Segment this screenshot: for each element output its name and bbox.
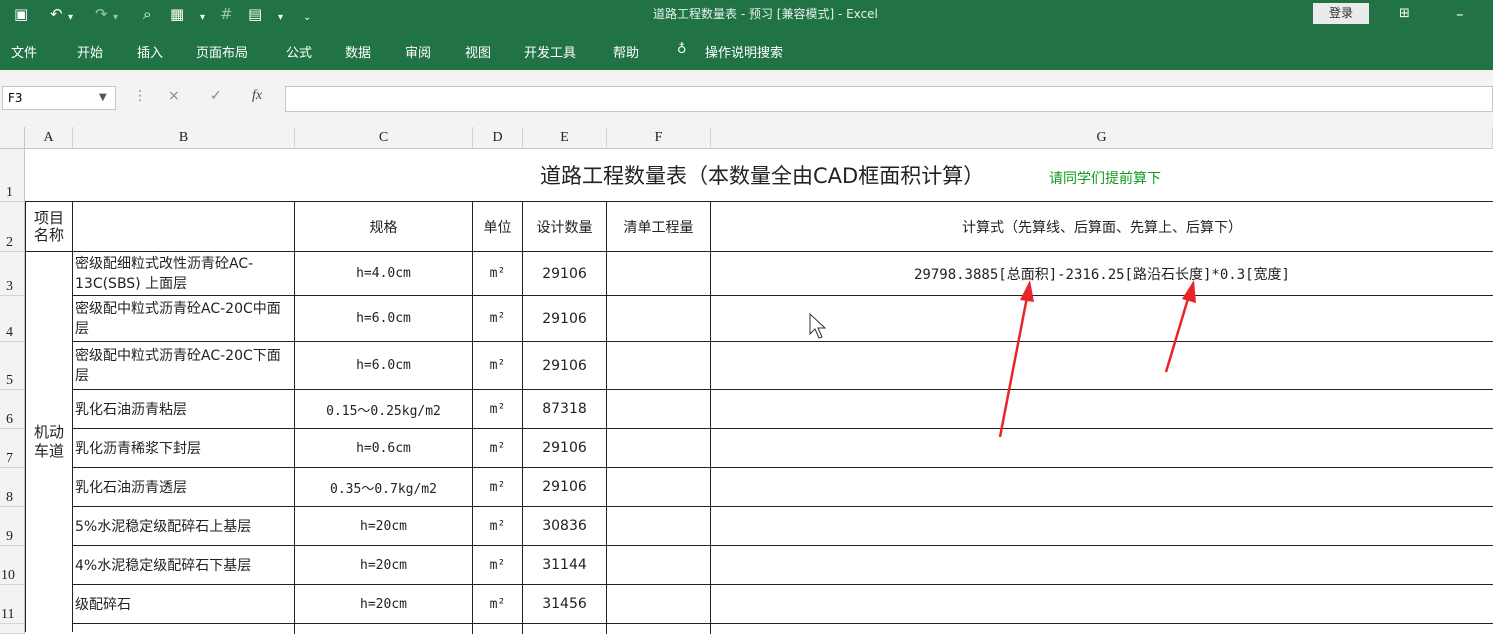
annotation-overlay	[809, 280, 1196, 438]
red-arrow-right	[1164, 280, 1196, 373]
red-arrow-left	[998, 280, 1034, 438]
mouse-cursor-icon	[809, 312, 827, 339]
